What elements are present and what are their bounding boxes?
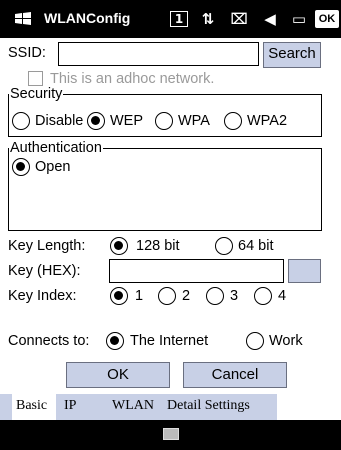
adhoc-checkbox[interactable] <box>28 71 43 86</box>
key-index-3-radio[interactable] <box>206 287 224 305</box>
auth-open-label: Open <box>35 159 71 175</box>
key-length-128-radio[interactable] <box>110 237 128 255</box>
key-hex-label: Key (HEX): <box>8 263 81 279</box>
tab-wlan[interactable]: WLAN <box>108 394 160 420</box>
key-index-1-radio[interactable] <box>110 287 128 305</box>
keyboard-icon[interactable] <box>163 428 179 440</box>
security-wpa2-label: WPA2 <box>247 113 288 129</box>
ssid-input[interactable] <box>58 42 259 66</box>
tab-basic[interactable]: Basic <box>12 394 56 420</box>
connects-work-radio[interactable] <box>246 332 264 350</box>
connectivity-icon[interactable]: ⇅ <box>197 9 219 29</box>
security-wpa2-radio[interactable] <box>224 112 242 130</box>
key-index-3-label: 3 <box>230 288 239 304</box>
one-icon[interactable]: 1 <box>170 11 188 27</box>
tab-detail-settings[interactable]: Detail Settings <box>165 394 275 420</box>
security-wep-radio[interactable] <box>87 112 105 130</box>
speaker-icon[interactable]: ◀ <box>259 9 281 29</box>
authentication-legend: Authentication <box>10 140 102 156</box>
security-disable-radio[interactable] <box>12 112 30 130</box>
auth-open-radio[interactable] <box>12 158 30 176</box>
windows-logo-icon[interactable] <box>14 11 32 27</box>
key-length-label: Key Length: <box>8 238 86 254</box>
connects-internet-label: The Internet <box>130 333 209 349</box>
cancel-button[interactable]: Cancel <box>183 362 287 388</box>
key-hex-input[interactable] <box>109 259 284 283</box>
key-length-64-label: 64 bit <box>238 238 274 254</box>
security-wpa-label: WPA <box>178 113 210 129</box>
ok-button[interactable]: OK <box>66 362 170 388</box>
battery-icon[interactable]: ▭ <box>288 9 310 29</box>
key-index-4-radio[interactable] <box>254 287 272 305</box>
connects-to-label: Connects to: <box>8 333 90 349</box>
security-legend: Security <box>10 86 63 102</box>
key-length-64-radio[interactable] <box>215 237 233 255</box>
tab-ip[interactable]: IP <box>60 394 86 420</box>
key-index-label: Key Index: <box>8 288 77 304</box>
app-title: WLANConfig <box>44 10 131 26</box>
security-wep-label: WEP <box>110 113 144 129</box>
ssid-label: SSID: <box>8 45 46 61</box>
key-index-4-label: 4 <box>278 288 287 304</box>
connects-work-label: Work <box>269 333 303 349</box>
security-wpa-radio[interactable] <box>155 112 173 130</box>
adhoc-label: This is an adhoc network. <box>50 71 215 87</box>
security-disable-label: Disable <box>35 113 83 129</box>
connects-internet-radio[interactable] <box>106 332 124 350</box>
ok-close-button[interactable]: OK <box>315 10 339 28</box>
key-hex-side-button[interactable] <box>288 259 321 283</box>
key-index-2-label: 2 <box>182 288 191 304</box>
key-index-2-radio[interactable] <box>158 287 176 305</box>
authentication-group: Authentication <box>8 141 322 231</box>
key-index-1-label: 1 <box>135 288 144 304</box>
key-length-128-label: 128 bit <box>136 238 180 254</box>
signal-icon[interactable]: ⌧ <box>228 9 250 29</box>
search-button[interactable]: Search <box>263 42 321 68</box>
